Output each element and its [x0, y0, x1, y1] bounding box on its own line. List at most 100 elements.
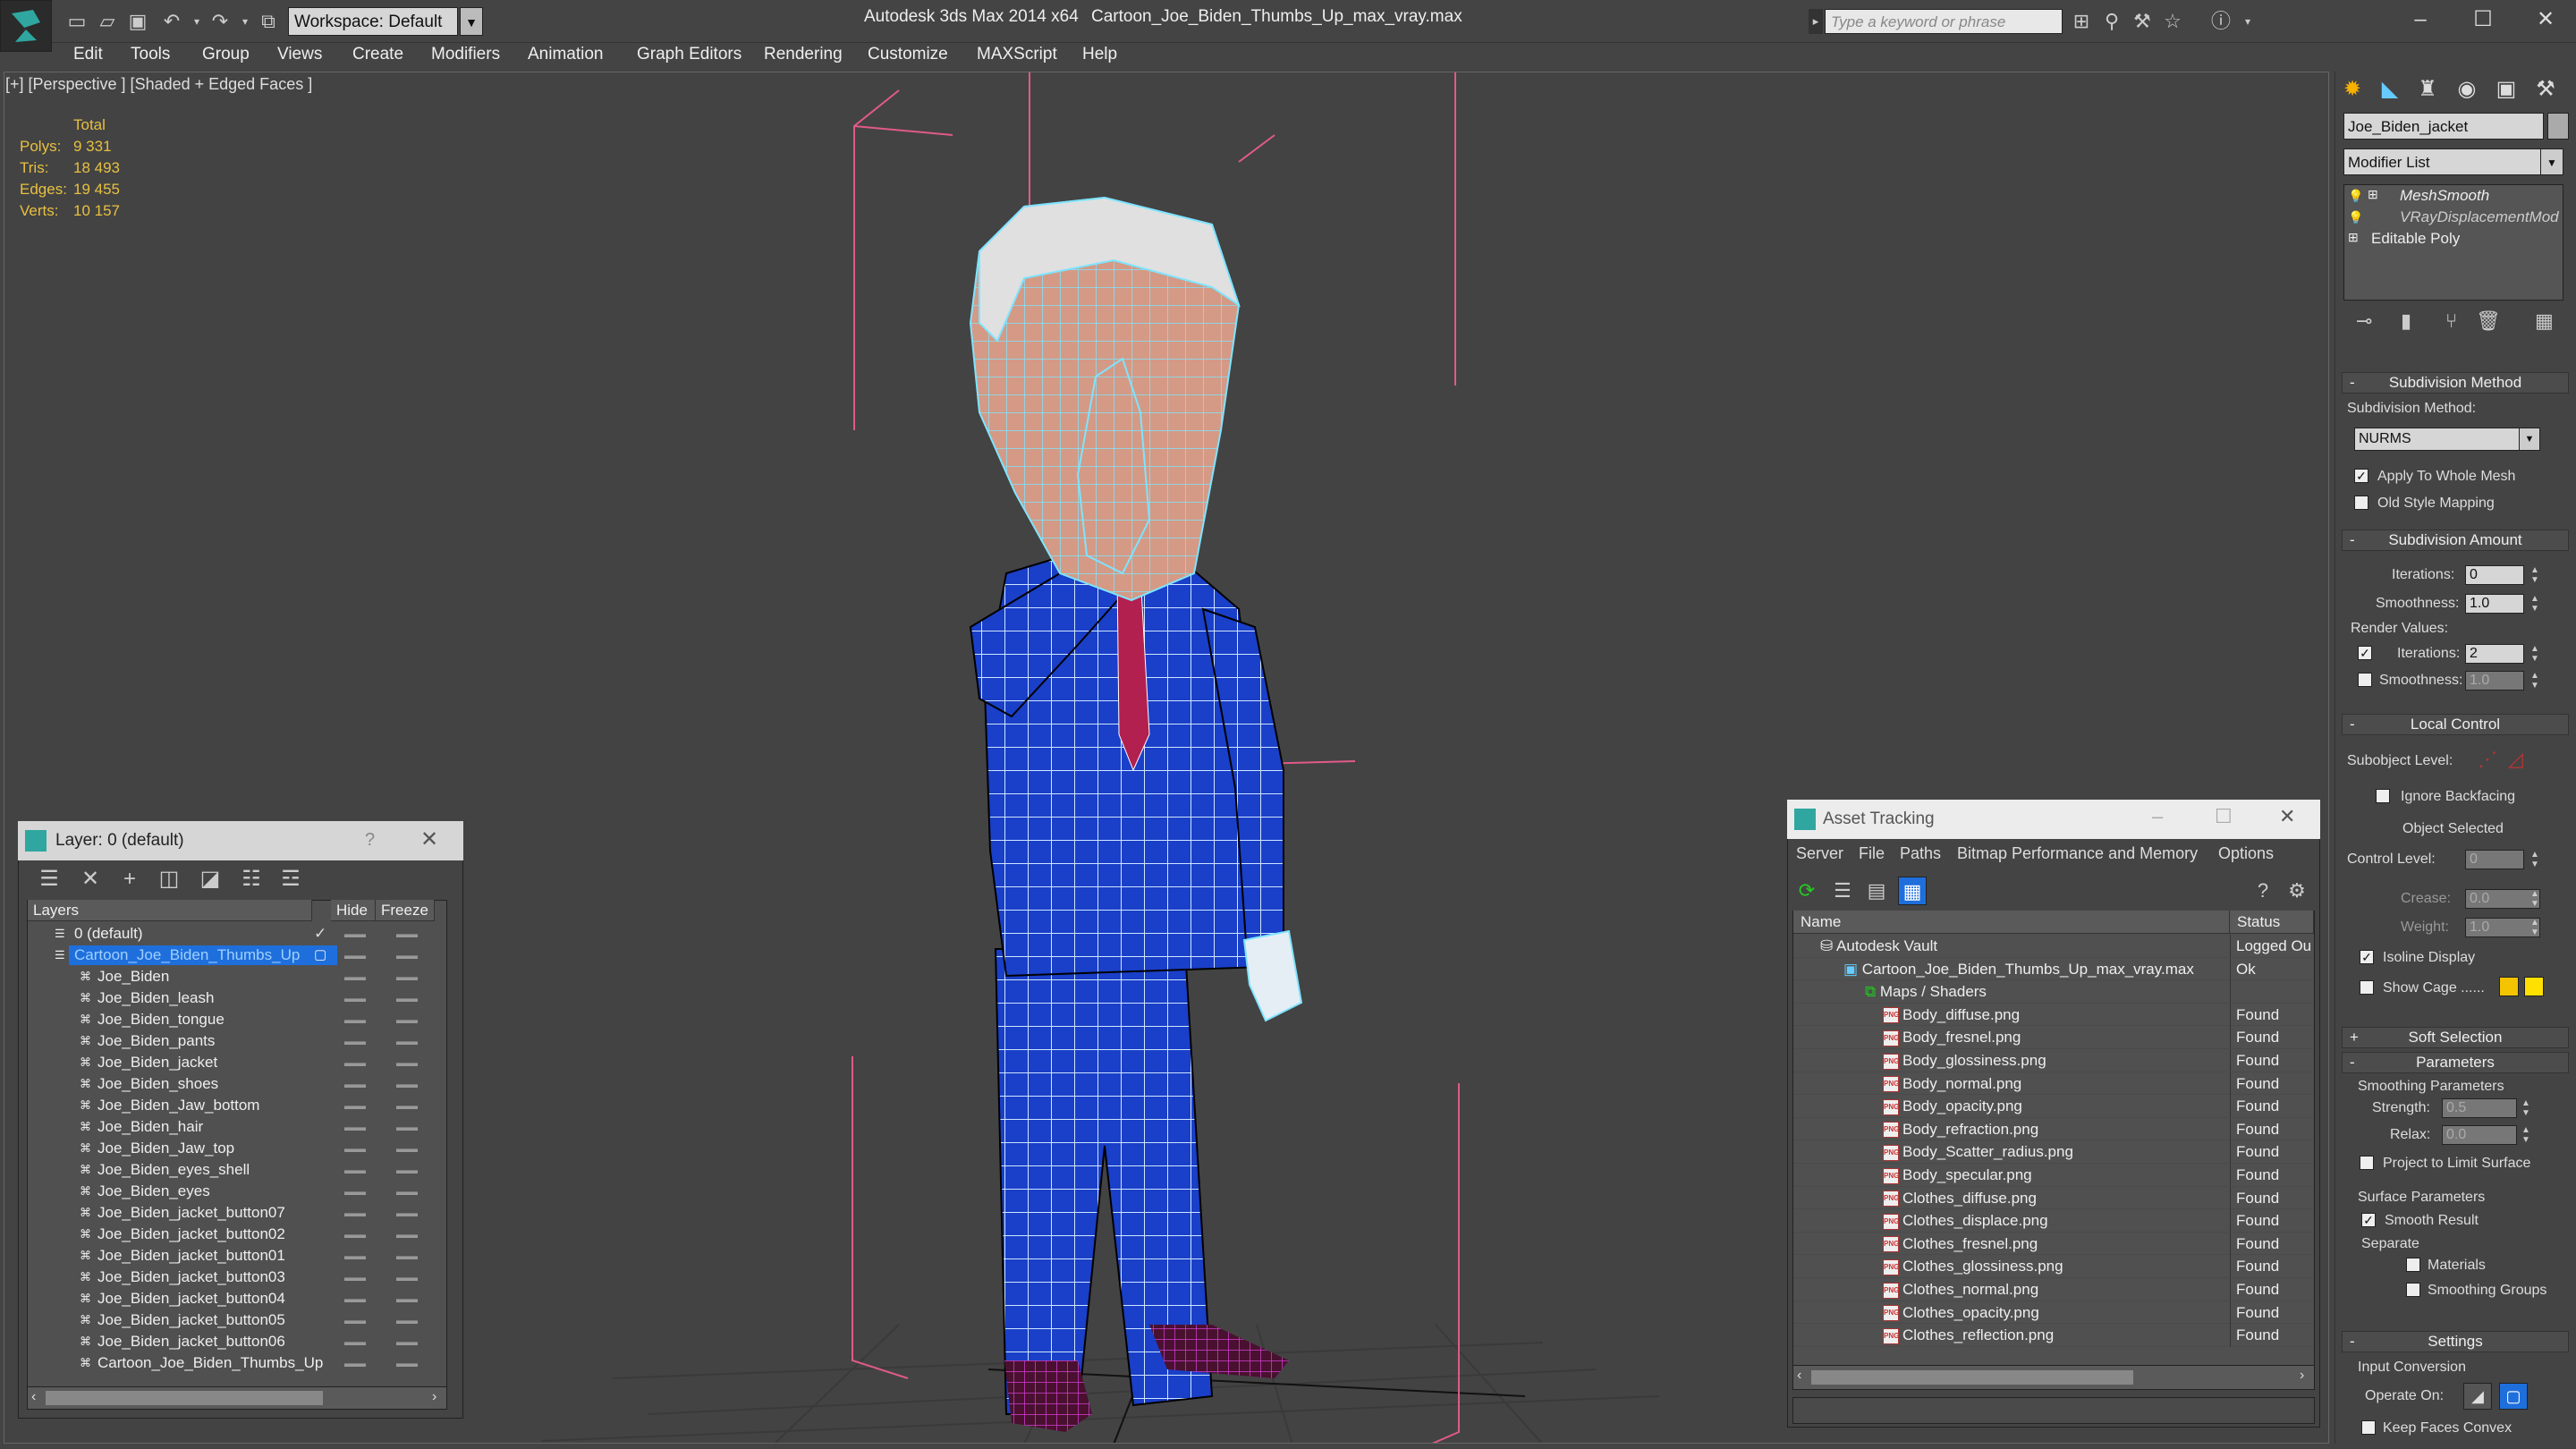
- thumbnail-view-icon[interactable]: ▤: [1862, 877, 1891, 905]
- hide-toggle-icon[interactable]: ▬▬: [344, 923, 366, 945]
- freeze-toggle-icon[interactable]: ▬▬: [396, 1202, 418, 1224]
- hide-toggle-icon[interactable]: ▬▬: [344, 1331, 366, 1352]
- freeze-toggle-icon[interactable]: ▬▬: [396, 1052, 418, 1073]
- help-icon[interactable]: ?: [2249, 877, 2277, 905]
- asset-menu-bitmap-performance[interactable]: Bitmap Performance and Memory: [1957, 844, 2198, 863]
- freeze-toggle-icon[interactable]: ▬▬: [396, 966, 418, 987]
- refresh-icon[interactable]: ⟳: [1792, 877, 1821, 905]
- app-logo-icon[interactable]: [0, 0, 52, 52]
- rollup-parameters[interactable]: - Parameters: [2342, 1052, 2569, 1073]
- freeze-toggle-icon[interactable]: ▬▬: [396, 1009, 418, 1030]
- scroll-right-icon[interactable]: ›: [2300, 1368, 2304, 1384]
- freeze-toggle-icon[interactable]: ▬▬: [396, 1331, 418, 1352]
- layer-row[interactable]: ⌘ Joe_Biden_Jaw_bottom ▬▬ ▬▬: [28, 1095, 446, 1116]
- hide-toggle-icon[interactable]: ▬▬: [344, 1030, 366, 1052]
- layer-name[interactable]: Joe_Biden_jacket_button06: [97, 1331, 285, 1352]
- layer-row[interactable]: ⌘ Joe_Biden_jacket_button02 ▬▬ ▬▬: [28, 1224, 446, 1245]
- project-folder-icon[interactable]: ⧉: [256, 9, 281, 34]
- undo-icon[interactable]: ↶: [159, 9, 184, 34]
- menu-maxscript[interactable]: MAXScript: [977, 45, 1057, 64]
- workspace-dropdown-arrow-icon[interactable]: ▼: [460, 7, 483, 36]
- layer-name[interactable]: Joe_Biden_jacket: [97, 1052, 217, 1073]
- menu-modifiers[interactable]: Modifiers: [431, 45, 500, 64]
- column-header-layers[interactable]: Layers: [28, 900, 312, 921]
- set-current-box-icon[interactable]: ▢: [314, 945, 326, 966]
- layer-name[interactable]: Joe_Biden_jacket_button07: [97, 1202, 285, 1224]
- layer-row[interactable]: ⌘ Joe_Biden_jacket_button04 ▬▬ ▬▬: [28, 1288, 446, 1309]
- layer-horizontal-scrollbar[interactable]: ‹ ›: [27, 1386, 447, 1410]
- subdivision-method-arrow-icon[interactable]: ▼: [2519, 428, 2540, 451]
- layer-name[interactable]: Joe_Biden_jacket_button05: [97, 1309, 285, 1331]
- freeze-toggle-icon[interactable]: ▬▬: [396, 1030, 418, 1052]
- layer-name[interactable]: Joe_Biden_jacket_button03: [97, 1267, 285, 1288]
- control-level-spinner[interactable]: 0: [2465, 850, 2524, 869]
- hide-toggle-icon[interactable]: ▬▬: [344, 1095, 366, 1116]
- scroll-left-icon[interactable]: ‹: [1797, 1368, 1801, 1384]
- freeze-toggle-icon[interactable]: ▬▬: [396, 1181, 418, 1202]
- iterations-spinner[interactable]: 0: [2465, 565, 2524, 585]
- layer-name[interactable]: Cartoon_Joe_Biden_Thumbs_Up: [97, 1352, 323, 1374]
- layer-row[interactable]: ⌘ Joe_Biden_pants ▬▬ ▬▬: [28, 1030, 446, 1052]
- layer-row[interactable]: ☰ Cartoon_Joe_Biden_Thumbs_Up ▢ ▬▬ ▬▬: [28, 945, 446, 966]
- asset-menu-paths[interactable]: Paths: [1900, 844, 1941, 863]
- search-expand-icon[interactable]: ▸: [1809, 9, 1823, 34]
- layer-name[interactable]: Joe_Biden_jacket_button01: [97, 1245, 285, 1267]
- menu-graph-editors[interactable]: Graph Editors: [637, 45, 741, 64]
- freeze-toggle-icon[interactable]: ▬▬: [396, 923, 418, 945]
- cage-color-swatch[interactable]: [2499, 977, 2519, 996]
- keep-faces-convex-checkbox[interactable]: [2361, 1420, 2376, 1435]
- viewport-label[interactable]: [+] [Perspective ] [Shaded + Edged Faces…: [5, 75, 312, 94]
- render-smoothness-checkbox[interactable]: [2358, 673, 2372, 687]
- hide-toggle-icon[interactable]: ▬▬: [344, 1288, 366, 1309]
- redo-dropdown-icon[interactable]: ▾: [233, 9, 258, 34]
- freeze-toggle-icon[interactable]: ▬▬: [396, 1159, 418, 1181]
- asset-row[interactable]: ▣ Cartoon_Joe_Biden_Thumbs_Up_max_vray.m…: [1793, 957, 2314, 981]
- layer-row[interactable]: ⌘ Joe_Biden_jacket ▬▬ ▬▬: [28, 1052, 446, 1073]
- layer-row[interactable]: ☰ 0 (default) ✓ ▬▬ ▬▬: [28, 923, 446, 945]
- asset-window-title[interactable]: Asset Tracking: [1787, 800, 2320, 839]
- freeze-toggle-icon[interactable]: ▬▬: [396, 1073, 418, 1095]
- modifier-stack[interactable]: 💡 ⊞ MeshSmooth 💡 VRayDisplacementMod ⊞ E…: [2343, 184, 2563, 301]
- layer-row[interactable]: ⌘ Joe_Biden_eyes ▬▬ ▬▬: [28, 1181, 446, 1202]
- asset-menu-server[interactable]: Server: [1796, 844, 1843, 863]
- strength-spinner[interactable]: 0.5: [2442, 1098, 2517, 1118]
- configure-modifier-sets-icon[interactable]: ▦: [2535, 309, 2554, 333]
- freeze-toggle-icon[interactable]: ▬▬: [396, 1224, 418, 1245]
- layer-window-title[interactable]: Layer: 0 (default): [18, 821, 463, 860]
- undo-dropdown-icon[interactable]: ▾: [184, 9, 209, 34]
- stack-item-meshsmooth[interactable]: MeshSmooth: [2400, 187, 2489, 205]
- asset-maximize-icon[interactable]: ☐: [2215, 805, 2233, 828]
- menu-edit[interactable]: Edit: [73, 45, 103, 64]
- show-cage-checkbox[interactable]: [2360, 980, 2374, 995]
- asset-row[interactable]: PNG Clothes_glossiness.png Found: [1793, 1255, 2314, 1278]
- menu-tools[interactable]: Tools: [131, 45, 170, 64]
- asset-minimize-icon[interactable]: –: [2152, 805, 2163, 828]
- asset-row[interactable]: PNG Body_fresnel.png Found: [1793, 1026, 2314, 1049]
- render-iterations-spinner[interactable]: 2: [2465, 644, 2524, 664]
- hide-toggle-icon[interactable]: ▬▬: [344, 1181, 366, 1202]
- layer-row[interactable]: ⌘ Joe_Biden_jacket_button03 ▬▬ ▬▬: [28, 1267, 446, 1288]
- binoculars-icon[interactable]: ⊞: [2068, 9, 2095, 34]
- asset-row[interactable]: PNG Clothes_reflection.png Found: [1793, 1324, 2314, 1347]
- spinner-arrows-icon[interactable]: ▲ ▼: [2529, 850, 2540, 869]
- set-current-layer-icon[interactable]: ☷: [236, 864, 267, 894]
- freeze-toggle-icon[interactable]: ▬▬: [396, 1116, 418, 1138]
- subscription-icon[interactable]: ⚲: [2098, 9, 2125, 34]
- hide-toggle-icon[interactable]: ▬▬: [344, 1309, 366, 1331]
- layer-name[interactable]: Joe_Biden: [97, 966, 169, 987]
- freeze-toggle-icon[interactable]: ▬▬: [396, 1095, 418, 1116]
- lightbulb-icon[interactable]: 💡: [2348, 189, 2363, 204]
- layer-name[interactable]: Joe_Biden_hair: [97, 1116, 203, 1138]
- layer-name[interactable]: Joe_Biden_jacket_button02: [97, 1224, 285, 1245]
- asset-row[interactable]: PNG Clothes_displace.png Found: [1793, 1209, 2314, 1233]
- layer-row[interactable]: ⌘ Cartoon_Joe_Biden_Thumbs_Up ▬▬ ▬▬: [28, 1352, 446, 1374]
- layer-row[interactable]: ⌘ Joe_Biden_leash ▬▬ ▬▬: [28, 987, 446, 1009]
- rollup-subdivision-method[interactable]: - Subdivision Method: [2342, 372, 2569, 394]
- help-dropdown-icon[interactable]: ▾: [2234, 9, 2261, 34]
- layer-row[interactable]: ⌘ Joe_Biden_jacket_button05 ▬▬ ▬▬: [28, 1309, 446, 1331]
- layer-name[interactable]: Joe_Biden_shoes: [97, 1073, 218, 1095]
- hide-toggle-icon[interactable]: ▬▬: [344, 966, 366, 987]
- lightbulb-icon[interactable]: 💡: [2348, 210, 2363, 225]
- layer-row[interactable]: ⌘ Joe_Biden_Jaw_top ▬▬ ▬▬: [28, 1138, 446, 1159]
- display-tab-icon[interactable]: ▣: [2490, 75, 2522, 104]
